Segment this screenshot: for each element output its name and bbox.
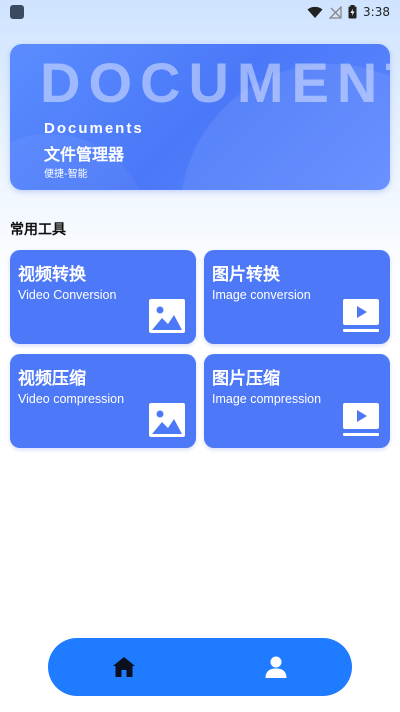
card-subtitle: Video Conversion [18, 288, 117, 302]
card-subtitle: Video compression [18, 392, 125, 406]
section-title: 常用工具 [10, 222, 66, 238]
wifi-icon [307, 6, 323, 18]
documents-banner[interactable]: DOCUMENTS Documents 文件管理器 便捷-智能 [10, 44, 390, 190]
video-conversion-card[interactable]: 视频转换 Video Conversion [10, 250, 196, 344]
card-subtitle: Image compression [212, 392, 322, 406]
video-play-icon [343, 299, 379, 332]
card-title: 视频压缩 [18, 369, 86, 389]
banner-tagline: 便捷-智能 [44, 169, 88, 180]
bottom-nav [48, 638, 352, 696]
image-icon [149, 299, 185, 333]
status-bar: 3:38 [0, 0, 400, 24]
nav-profile[interactable] [256, 647, 296, 687]
image-compression-card[interactable]: 图片压缩 Image compression [204, 354, 390, 448]
image-conversion-card[interactable]: 图片转换 Image conversion [204, 250, 390, 344]
card-title: 图片转换 [212, 265, 280, 285]
video-play-icon [343, 403, 379, 436]
profile-icon [265, 656, 287, 678]
status-time: 3:38 [363, 5, 390, 19]
banner-subtitle: 文件管理器 [44, 145, 125, 164]
banner-watermark: DOCUMENTS [40, 51, 390, 114]
card-subtitle: Image conversion [212, 288, 311, 302]
card-title: 图片压缩 [212, 369, 280, 389]
app-indicator-icon [10, 5, 24, 19]
image-icon [149, 403, 185, 437]
banner-title: Documents [44, 120, 144, 137]
card-title: 视频转换 [18, 265, 86, 285]
home-icon [113, 657, 135, 677]
battery-charging-icon [348, 5, 357, 19]
nav-home[interactable] [104, 647, 144, 687]
no-signal-icon [329, 5, 342, 19]
video-compression-card[interactable]: 视频压缩 Video compression [10, 354, 196, 448]
